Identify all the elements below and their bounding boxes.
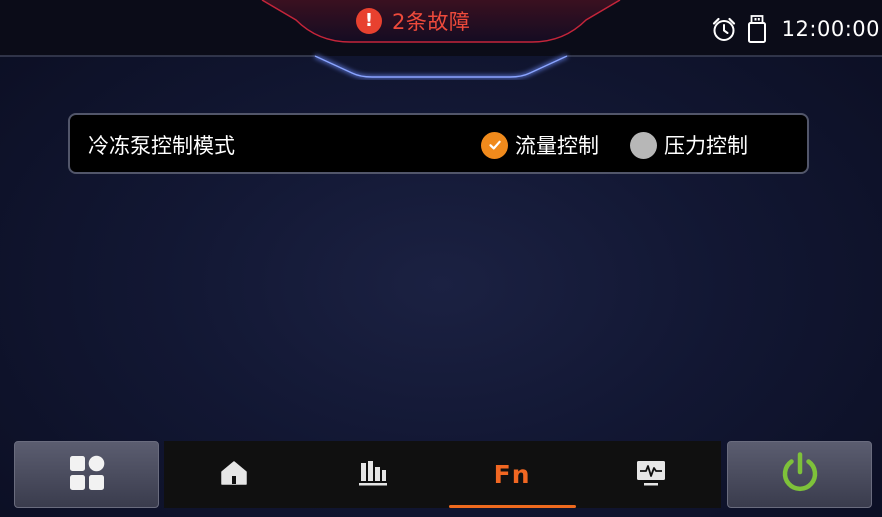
tab-fn[interactable]: Fn [443, 441, 582, 508]
tab-charts[interactable] [303, 441, 442, 508]
alert-exclamation-icon: ! [356, 8, 382, 34]
flow-control-label: 流量控制 [515, 134, 599, 158]
pump-control-mode-row: 冷冻泵控制模式 流量控制 压力控制 [68, 113, 809, 174]
usb-drive-icon[interactable] [746, 14, 768, 44]
pressure-control-radio[interactable]: 压力控制 [630, 130, 748, 160]
alarm-clock-icon[interactable] [710, 15, 738, 43]
power-button[interactable] [727, 441, 872, 508]
pressure-control-label: 压力控制 [664, 134, 748, 158]
nav-tabs: Fn [164, 441, 721, 508]
tab-home[interactable] [164, 441, 303, 508]
fault-count-text: 2条故障 [392, 10, 471, 34]
tab-monitor[interactable] [582, 441, 721, 508]
status-area: 12:00:00 [710, 13, 880, 45]
radio-unchecked-icon [630, 131, 657, 159]
fault-alert[interactable]: ! 2条故障 [356, 6, 470, 36]
clock-time: 12:00:00 [781, 17, 880, 41]
bottom-nav: Fn [0, 437, 882, 517]
home-icon [220, 460, 248, 490]
apps-menu-button[interactable] [14, 441, 159, 508]
setting-label: 冷冻泵控制模式 [88, 134, 235, 158]
radio-checked-icon [481, 131, 508, 159]
power-icon [778, 451, 822, 499]
monitor-waveform-icon [635, 459, 667, 491]
flow-control-radio[interactable]: 流量控制 [481, 130, 599, 160]
top-bar: ! 2条故障 12:00:00 [0, 0, 882, 80]
apps-grid-icon [69, 455, 105, 495]
bar-chart-icon [358, 459, 388, 491]
hmi-screen: ! 2条故障 12:00:00 冷冻泵控制模式 流量控制 压力控制 Fn [0, 0, 882, 517]
fn-label: Fn [493, 460, 531, 489]
